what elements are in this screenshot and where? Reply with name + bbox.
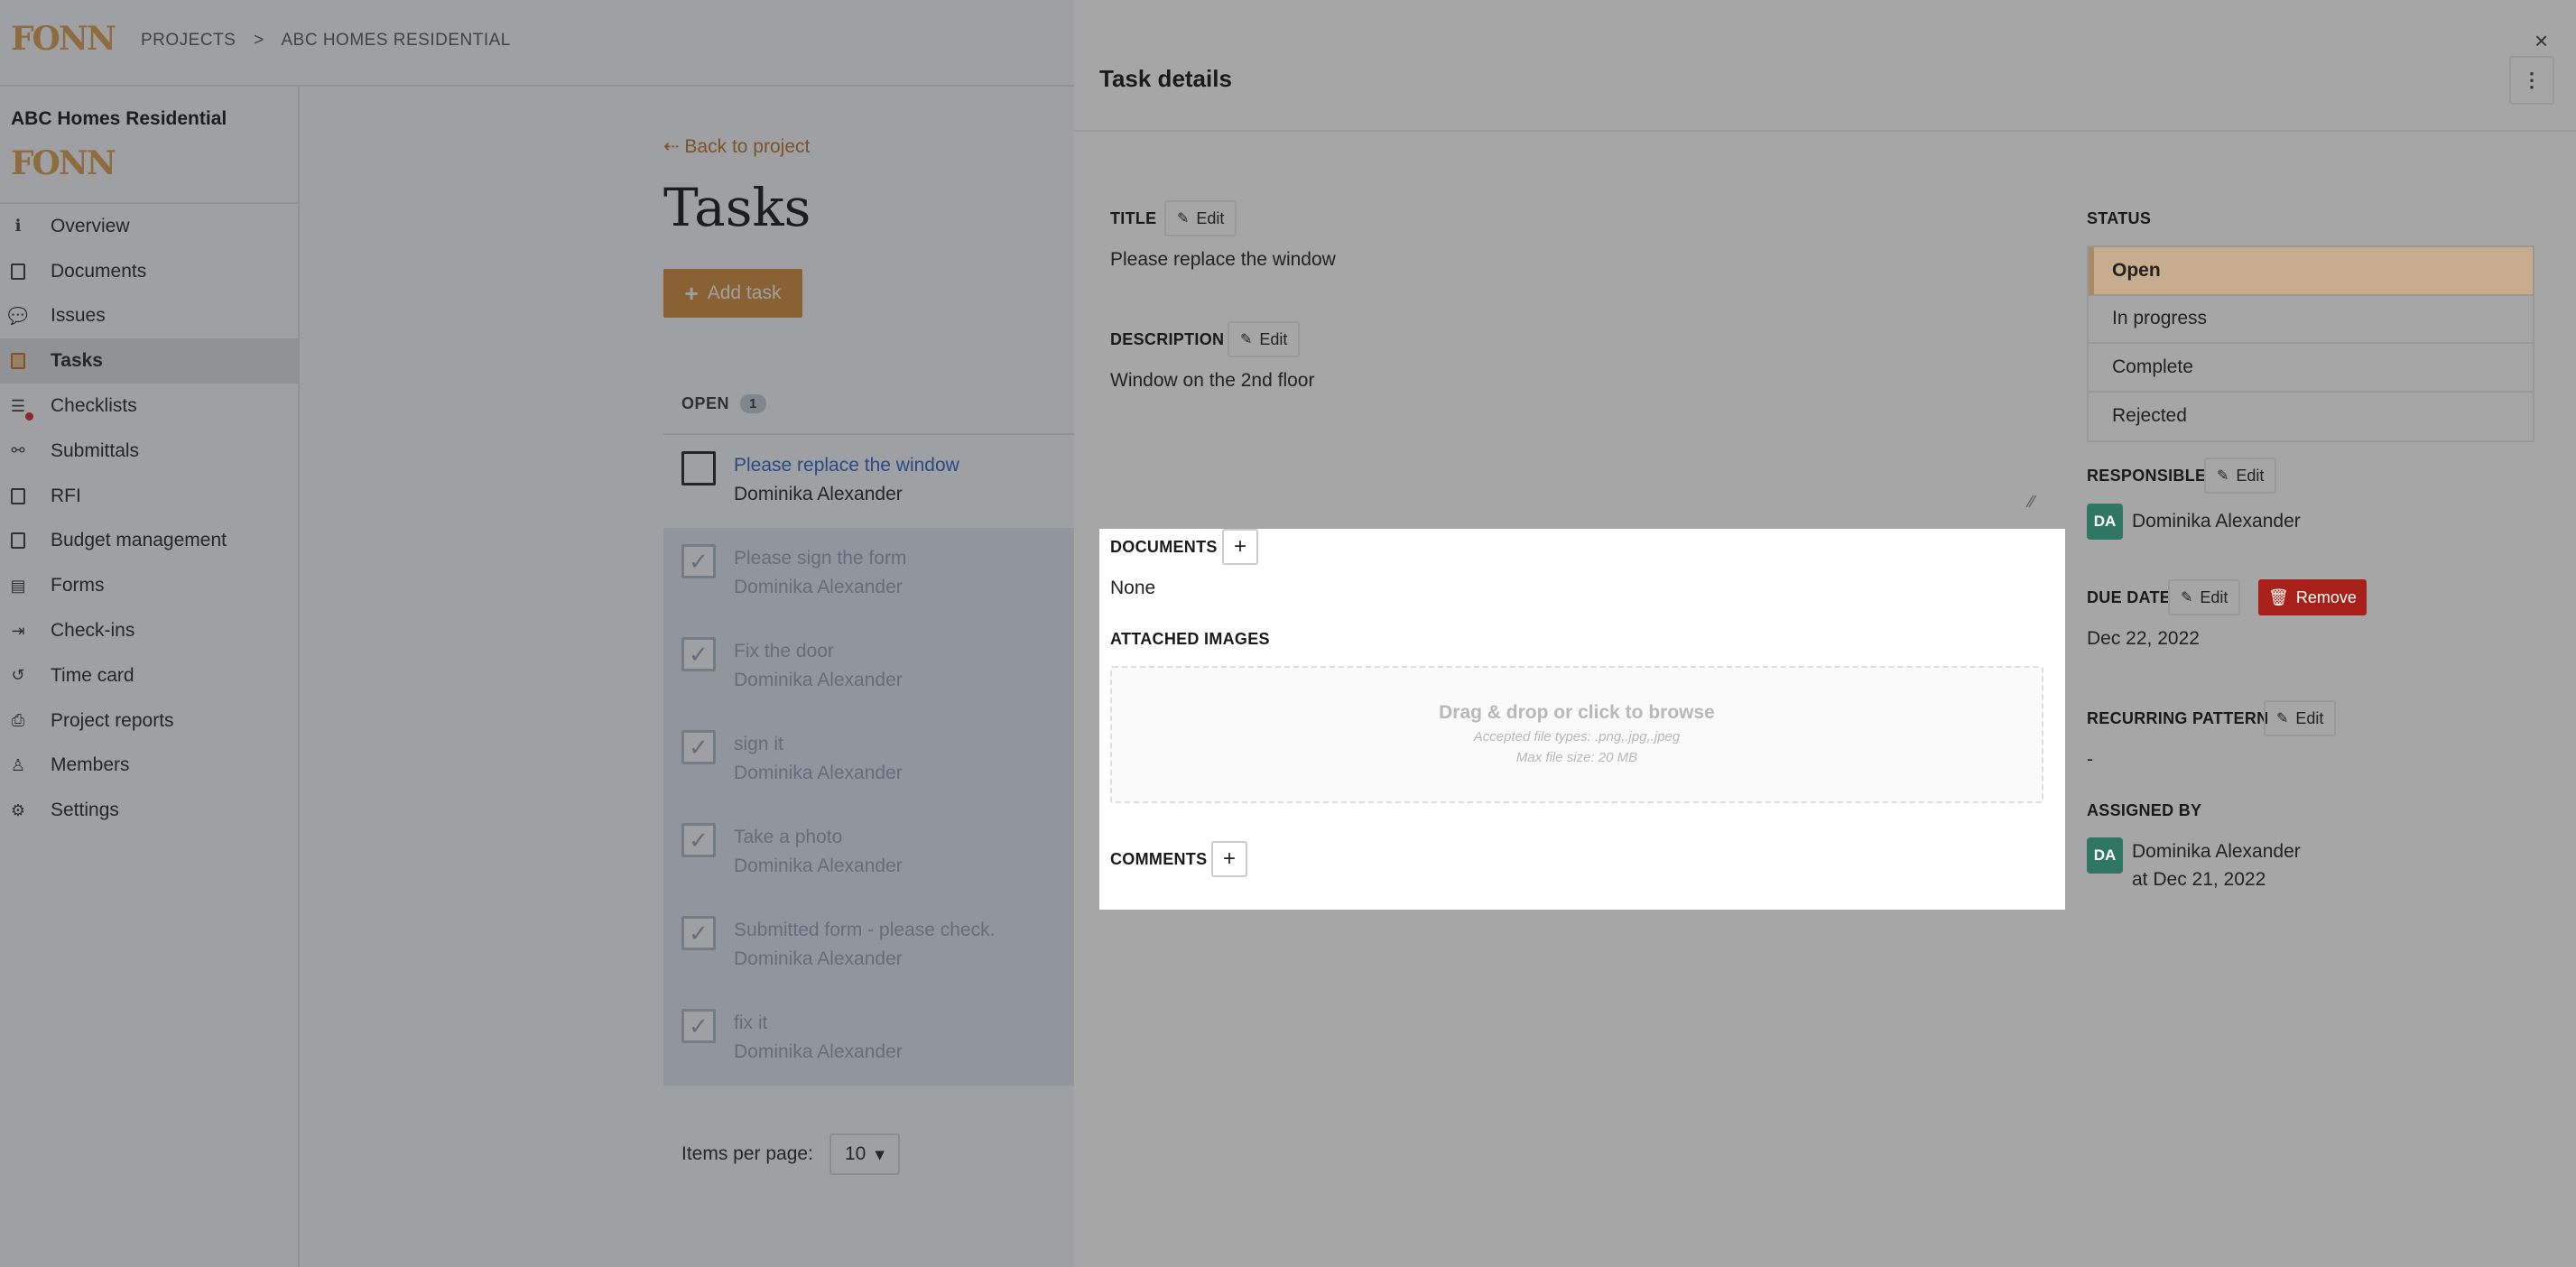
remove-label: Remove bbox=[2295, 587, 2357, 606]
add-document-button[interactable]: + bbox=[1222, 529, 1258, 565]
responsible-name: Dominika Alexander bbox=[2132, 511, 2301, 532]
edit-label: Edit bbox=[2236, 466, 2265, 485]
close-icon[interactable]: × bbox=[2534, 27, 2548, 55]
edit-label: Edit bbox=[2295, 708, 2324, 727]
status-list: Open In progress Complete Rejected bbox=[2087, 245, 2534, 442]
due-date-value: Dec 22, 2022 bbox=[2087, 628, 2200, 649]
image-dropzone[interactable]: Drag & drop or click to browse Accepted … bbox=[1110, 666, 2043, 803]
status-option-rejected[interactable]: Rejected bbox=[2089, 393, 2533, 441]
drawer-title: Task details bbox=[1099, 65, 1232, 92]
dropzone-main-text: Drag & drop or click to browse bbox=[1439, 702, 1715, 723]
dropzone-types-text: Accepted file types: .png,.jpg,.jpeg bbox=[1473, 729, 1681, 744]
due-date-label: DUE DATE bbox=[2087, 588, 2172, 606]
status-option-in-progress[interactable]: In progress bbox=[2089, 296, 2533, 344]
attachments-panel: DOCUMENTS + None ATTACHED IMAGES Drag & … bbox=[1099, 529, 2065, 910]
task-details-drawer: Task details × ⋮ TITLE ✎ Edit Please rep… bbox=[1074, 0, 2576, 1267]
edit-label: Edit bbox=[1259, 329, 1288, 348]
description-label: DESCRIPTION bbox=[1110, 330, 1225, 348]
edit-responsible-button[interactable]: ✎ Edit bbox=[2204, 458, 2277, 494]
edit-recurring-button[interactable]: ✎ Edit bbox=[2264, 700, 2337, 736]
title-label: TITLE bbox=[1110, 209, 1157, 227]
assigned-by-name: Dominika Alexander bbox=[2132, 841, 2301, 862]
recurring-pattern-value: - bbox=[2087, 749, 2093, 770]
add-comment-button[interactable]: + bbox=[1211, 841, 1247, 877]
responsible-label: RESPONSIBLE bbox=[2087, 467, 2207, 485]
comments-label: COMMENTS bbox=[1110, 850, 1208, 868]
drawer-header: Task details × ⋮ bbox=[1074, 0, 2576, 132]
pencil-icon: ✎ bbox=[2217, 468, 2229, 484]
avatar: DA bbox=[2087, 837, 2123, 874]
avatar: DA bbox=[2087, 504, 2123, 540]
more-options-button[interactable]: ⋮ bbox=[2509, 56, 2554, 105]
trash-icon: 🗑 bbox=[2268, 587, 2289, 606]
description-value: Window on the 2nd floor bbox=[1110, 370, 1315, 391]
resize-grip-icon[interactable]: ⁄⁄ bbox=[2029, 493, 2034, 512]
pencil-icon: ✎ bbox=[1177, 211, 1190, 227]
edit-due-date-button[interactable]: ✎ Edit bbox=[2168, 579, 2241, 615]
documents-label: DOCUMENTS bbox=[1110, 538, 1218, 556]
edit-label: Edit bbox=[1196, 208, 1225, 227]
edit-description-button[interactable]: ✎ Edit bbox=[1228, 321, 1301, 357]
status-label: STATUS bbox=[2087, 209, 2152, 227]
dropzone-max-text: Max file size: 20 MB bbox=[1515, 750, 1638, 765]
remove-due-date-button[interactable]: 🗑 Remove bbox=[2258, 579, 2367, 615]
assigned-by-label: ASSIGNED BY bbox=[2087, 801, 2202, 819]
pencil-icon: ✎ bbox=[2181, 590, 2193, 606]
edit-label: Edit bbox=[2200, 587, 2229, 606]
pencil-icon: ✎ bbox=[2276, 711, 2289, 726]
status-option-complete[interactable]: Complete bbox=[2089, 344, 2533, 393]
task-title-value: Please replace the window bbox=[1110, 249, 1336, 270]
pencil-icon: ✎ bbox=[1240, 332, 1253, 347]
recurring-pattern-label: RECURRING PATTERN bbox=[2087, 709, 2269, 727]
attached-images-label: ATTACHED IMAGES bbox=[1110, 630, 1270, 648]
edit-title-button[interactable]: ✎ Edit bbox=[1164, 200, 1237, 236]
assigned-by-date: at Dec 21, 2022 bbox=[2132, 869, 2266, 890]
status-option-open[interactable]: Open bbox=[2089, 247, 2533, 296]
documents-value: None bbox=[1110, 578, 1156, 598]
